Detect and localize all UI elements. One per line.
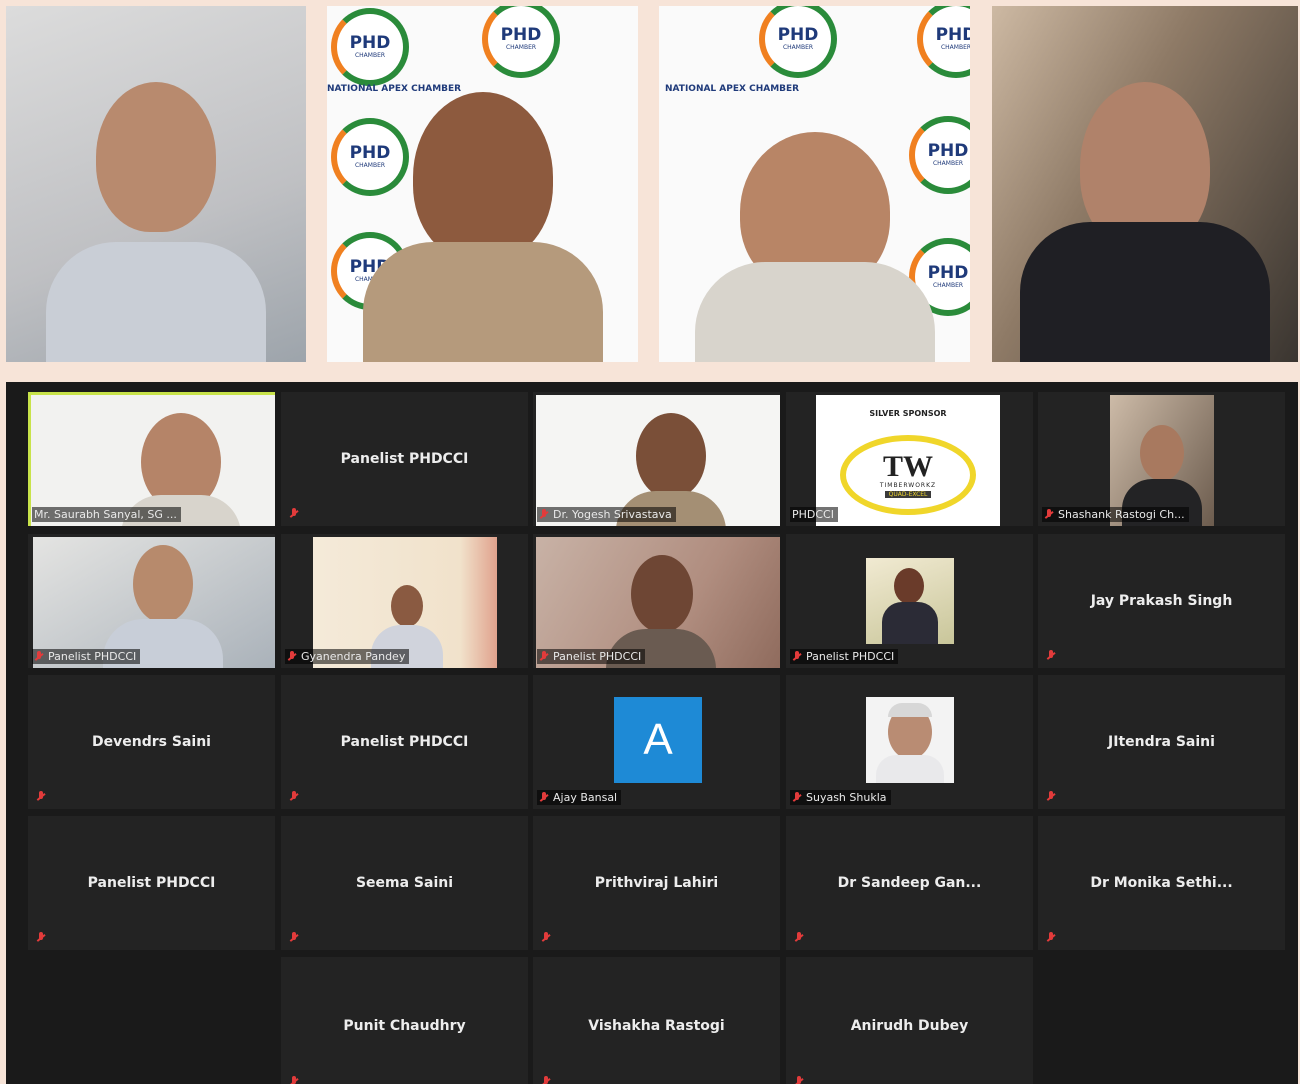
muted-mic-icon [792,791,802,804]
muted-mic-icon [1044,508,1054,521]
participant-name-label: Dr. Yogesh Srivastava [537,507,676,522]
participant-name: Panelist PHDCCI [340,734,469,750]
participant-name-label: Gyanendra Pandey [285,649,410,664]
participant-tile[interactable]: Seema Saini [281,816,528,950]
muted-mic-icon [539,791,549,804]
participant-name-label: Mr. Saurabh Sanyal, SG ... [32,507,181,522]
muted-mic-icon [287,650,297,663]
participant-name-label: Panelist PHDCCI [32,649,141,664]
speaker-silhouette [1020,62,1270,362]
participant-tile[interactable]: Suyash Shukla [786,675,1033,809]
participant-gallery: Mr. Saurabh Sanyal, SG ... Panelist PHDC… [6,382,1298,1084]
muted-mic-icon [1046,932,1056,944]
participant-tile[interactable]: JItendra Saini [1038,675,1285,809]
participant-name-label: PHDCCI [790,507,838,522]
participant-name: Dr Sandeep Gan... [837,875,982,891]
muted-mic-icon [541,932,551,944]
muted-mic-icon [1046,791,1056,803]
participant-tile[interactable]: Dr Sandeep Gan... [786,816,1033,950]
muted-mic-icon [794,1076,804,1084]
participant-tile[interactable]: Panelist PHDCCI [786,534,1033,668]
participant-tile[interactable]: Panelist PHDCCI [28,816,275,950]
featured-video-3[interactable]: PHD CHAMBER PHD CHAMBER PHD CHAMBER PHD CHAM… [659,6,970,362]
featured-speakers-strip: PHDCHAMBER PHDCHAMBER PHDCHAMBER PHDCHAM… [6,6,1298,362]
muted-mic-icon [541,1076,551,1084]
participant-tile[interactable]: Shashank Rastogi Ch... [1038,392,1285,526]
participant-tile[interactable]: Anirudh Dubey [786,957,1033,1084]
participant-tile[interactable]: Mr. Saurabh Sanyal, SG ... [28,392,275,526]
participant-name-label: Ajay Bansal [537,790,622,805]
participant-tile[interactable]: Dr. Yogesh Srivastava [533,392,780,526]
muted-mic-icon [794,932,804,944]
avatar: A [614,697,702,783]
muted-mic-icon [289,1076,299,1084]
participant-name: Seema Saini [355,875,454,891]
muted-mic-icon [289,791,299,803]
participant-tile[interactable]: Prithviraj Lahiri [533,816,780,950]
participant-name: Anirudh Dubey [850,1018,969,1034]
participant-name-label: Panelist PHDCCI [790,649,899,664]
participant-tile[interactable]: Jay Prakash Singh [1038,534,1285,668]
muted-mic-icon [792,650,802,663]
participant-name: Panelist PHDCCI [340,451,469,467]
participant-tile[interactable]: SILVER SPONSOR TW TIMBERWORKZ QUAD-EXCEL… [786,392,1033,526]
participant-name-label: Shashank Rastogi Ch... [1042,507,1189,522]
participant-tile[interactable]: Punit Chaudhry [281,957,528,1084]
participant-video [866,697,954,783]
participant-tile[interactable]: Gyanendra Pandey [281,534,528,668]
muted-mic-icon [539,508,549,521]
participant-tile[interactable]: A Ajay Bansal [533,675,780,809]
muted-mic-icon [289,932,299,944]
participant-name: Prithviraj Lahiri [594,875,719,891]
participant-name: Punit Chaudhry [343,1018,466,1034]
sponsor-title: SILVER SPONSOR [869,409,947,418]
sponsor-banner: SILVER SPONSOR TW TIMBERWORKZ QUAD-EXCEL [816,395,1000,526]
featured-video-2[interactable]: PHDCHAMBER PHDCHAMBER PHDCHAMBER PHDCHAM… [327,6,638,362]
participant-tile[interactable]: Panelist PHDCCI [533,534,780,668]
muted-mic-icon [34,650,44,663]
muted-mic-icon [36,932,46,944]
participant-tile[interactable]: Dr Monika Sethi... [1038,816,1285,950]
participant-name: JItendra Saini [1108,734,1215,750]
participant-name: Jay Prakash Singh [1090,593,1233,609]
timberworkz-logo: TW TIMBERWORKZ QUAD-EXCEL [840,435,976,515]
participant-name: Vishakha Rastogi [588,1018,725,1034]
participant-tile[interactable]: Panelist PHDCCI [281,392,528,526]
muted-mic-icon [289,508,299,520]
muted-mic-icon [36,791,46,803]
featured-video-4[interactable] [992,6,1298,362]
participant-name-label: Panelist PHDCCI [537,649,646,664]
speaker-silhouette [46,62,266,362]
participant-tile[interactable]: Devendrs Saini [28,675,275,809]
speaker-silhouette [362,62,603,362]
muted-mic-icon [1046,650,1056,662]
participant-video [866,558,954,644]
participant-tile[interactable]: Vishakha Rastogi [533,957,780,1084]
muted-mic-icon [539,650,549,663]
participant-name-label: Suyash Shukla [790,790,891,805]
speaker-silhouette [694,62,935,362]
participant-tile[interactable]: Panelist PHDCCI [281,675,528,809]
participant-name: Devendrs Saini [92,734,211,750]
participant-name: Panelist PHDCCI [87,875,216,891]
participant-name: Dr Monika Sethi... [1090,875,1233,891]
featured-video-1[interactable] [6,6,306,362]
participant-tile[interactable]: Panelist PHDCCI [28,534,275,668]
